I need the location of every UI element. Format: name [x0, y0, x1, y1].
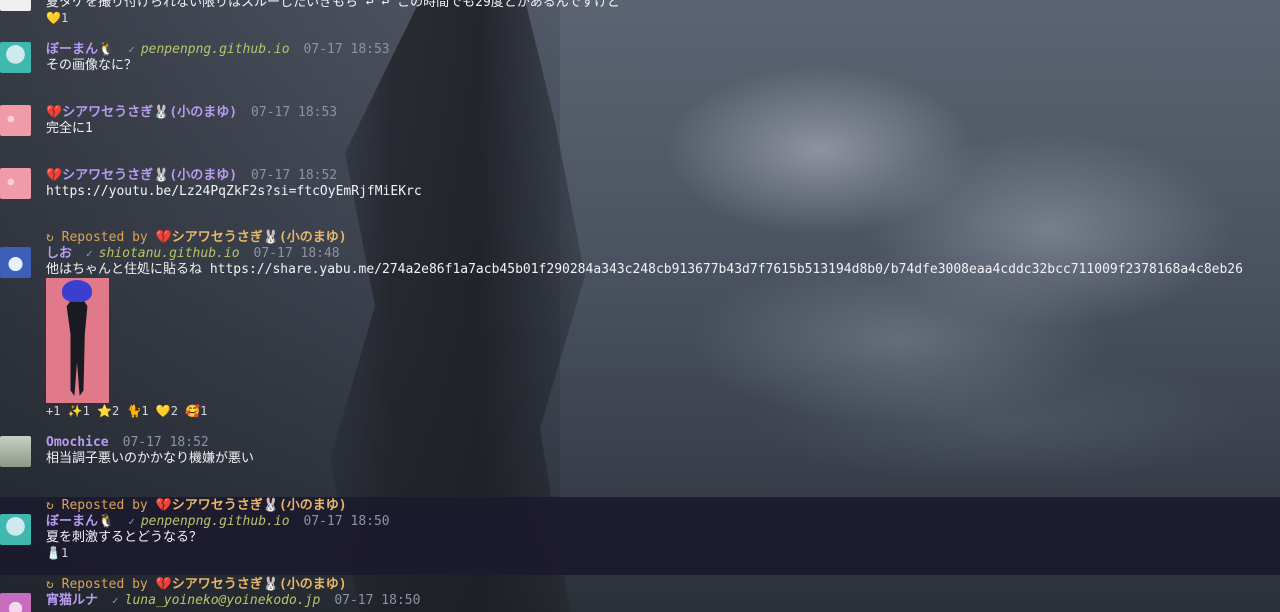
- author-name[interactable]: 宵猫ルナ: [46, 593, 98, 608]
- note-item[interactable]: 💔シアワセうさぎ🐰(小のまゆ) 07-17 18:53 完全に1: [0, 103, 1280, 153]
- note-item[interactable]: 💔シアワセうさぎ🐰(小のまゆ) 07-17 18:52 https://youtu…: [0, 166, 1280, 216]
- timestamp[interactable]: 07-17 18:53: [304, 42, 390, 57]
- repost-label: ↻ Reposted by: [46, 577, 148, 592]
- avatar[interactable]: [0, 436, 31, 467]
- repost-label: ↻ Reposted by: [46, 498, 148, 513]
- note-content: その画像なに？: [46, 58, 138, 73]
- reposter-name[interactable]: 💔シアワセうさぎ🐰(小のまゆ): [156, 498, 347, 513]
- avatar[interactable]: [0, 0, 31, 11]
- author-name[interactable]: Omochice: [46, 435, 109, 450]
- note-content: 夏を刺激するとどうなる？: [46, 530, 203, 545]
- reactions-row[interactable]: +1 ✨1 ⭐2 🐈1 💛2 🥰1: [46, 403, 207, 419]
- verified-icon: ✓: [86, 247, 93, 260]
- repost-indicator: ↻ Reposted by 💔シアワセうさぎ🐰(小のまゆ): [46, 498, 347, 514]
- verified-icon: ✓: [112, 594, 119, 607]
- note-header: Omochice 07-17 18:52: [46, 435, 209, 451]
- attached-image[interactable]: [46, 278, 109, 403]
- note-header: ぼーまん🐧 ✓ penpenpng.github.io 07-17 18:53: [46, 42, 390, 58]
- note-content: 完全に1: [46, 121, 93, 136]
- reactions-row[interactable]: 🧂1: [46, 545, 68, 561]
- note-header: しお ✓ shiotanu.github.io 07-17 18:48: [46, 246, 340, 262]
- author-name[interactable]: 💔シアワセうさぎ🐰(小のまゆ): [46, 168, 237, 183]
- note-content: 相当調子悪いのかかなり機嫌が悪い: [46, 451, 255, 466]
- avatar[interactable]: [0, 42, 31, 73]
- avatar[interactable]: [0, 247, 31, 278]
- timestamp[interactable]: 07-17 18:48: [254, 246, 340, 261]
- note-header: 💔シアワセうさぎ🐰(小のまゆ) 07-17 18:52: [46, 168, 337, 184]
- avatar[interactable]: [0, 105, 31, 136]
- verified-icon: ✓: [128, 43, 135, 56]
- avatar[interactable]: [0, 168, 31, 199]
- note-item-selected[interactable]: ↻ Reposted by 💔シアワセうさぎ🐰(小のまゆ) ぼーまん🐧 ✓ penp…: [0, 497, 1280, 575]
- author-host: shiotanu.github.io: [98, 246, 240, 261]
- note-item[interactable]: Omochice 07-17 18:52 相当調子悪いのかかなり機嫌が悪い: [0, 434, 1280, 484]
- repost-label: ↻ Reposted by: [46, 230, 148, 245]
- note-link[interactable]: https://youtu.be/Lz24PqZkF2s?si=ftcOyEmR…: [46, 184, 422, 200]
- reactions-row[interactable]: 💛1: [46, 10, 68, 26]
- author-host: penpenpng.github.io: [140, 42, 290, 57]
- note-item[interactable]: ぼーまん🐧 ✓ penpenpng.github.io 07-17 18:53 その画…: [0, 40, 1280, 90]
- note-item[interactable]: 夏タケを撮り付けられない限りはスルーしたいきもち ↩ ↩ この時間でも29度とか…: [0, 0, 1280, 30]
- note-header: 宵猫ルナ ✓ luna_yoineko@yoinekodo.jp 07-17 18:5…: [46, 593, 420, 609]
- note-item[interactable]: ↻ Reposted by 💔シアワセうさぎ🐰(小のまゆ) しお ✓ shiotan…: [0, 230, 1280, 430]
- reposter-name[interactable]: 💔シアワセうさぎ🐰(小のまゆ): [156, 577, 347, 592]
- note-item[interactable]: ↻ Reposted by 💔シアワセうさぎ🐰(小のまゆ) 宵猫ルナ ✓ luna_…: [0, 576, 1280, 612]
- timestamp[interactable]: 07-17 18:50: [334, 593, 420, 608]
- note-content: 夏タケを撮り付けられない限りはスルーしたいきもち ↩ ↩ この時間でも29度とか…: [46, 0, 621, 10]
- author-name[interactable]: ぼーまん🐧: [46, 42, 114, 57]
- author-name[interactable]: ぼーまん🐧: [46, 514, 114, 529]
- author-host: penpenpng.github.io: [140, 514, 290, 529]
- timestamp[interactable]: 07-17 18:52: [123, 435, 209, 450]
- author-name[interactable]: しお: [46, 246, 72, 261]
- reposter-name[interactable]: 💔シアワセうさぎ🐰(小のまゆ): [156, 230, 347, 245]
- avatar[interactable]: [0, 514, 31, 545]
- note-content: 他はちゃんと住処に貼るね https://share.yabu.me/274a2…: [46, 262, 1243, 277]
- image-figure-hair: [62, 280, 92, 302]
- timestamp[interactable]: 07-17 18:52: [251, 168, 337, 183]
- repost-indicator: ↻ Reposted by 💔シアワセうさぎ🐰(小のまゆ): [46, 577, 347, 593]
- author-host: luna_yoineko@yoinekodo.jp: [124, 593, 321, 608]
- author-name[interactable]: 💔シアワセうさぎ🐰(小のまゆ): [46, 105, 237, 120]
- note-header: ぼーまん🐧 ✓ penpenpng.github.io 07-17 18:50: [46, 514, 390, 530]
- timestamp[interactable]: 07-17 18:50: [304, 514, 390, 529]
- timeline-feed[interactable]: 夏タケを撮り付けられない限りはスルーしたいきもち ↩ ↩ この時間でも29度とか…: [0, 0, 1280, 612]
- repost-indicator: ↻ Reposted by 💔シアワセうさぎ🐰(小のまゆ): [46, 230, 347, 246]
- timestamp[interactable]: 07-17 18:53: [251, 105, 337, 120]
- avatar[interactable]: [0, 593, 31, 612]
- note-header: 💔シアワセうさぎ🐰(小のまゆ) 07-17 18:53: [46, 105, 337, 121]
- verified-icon: ✓: [128, 515, 135, 528]
